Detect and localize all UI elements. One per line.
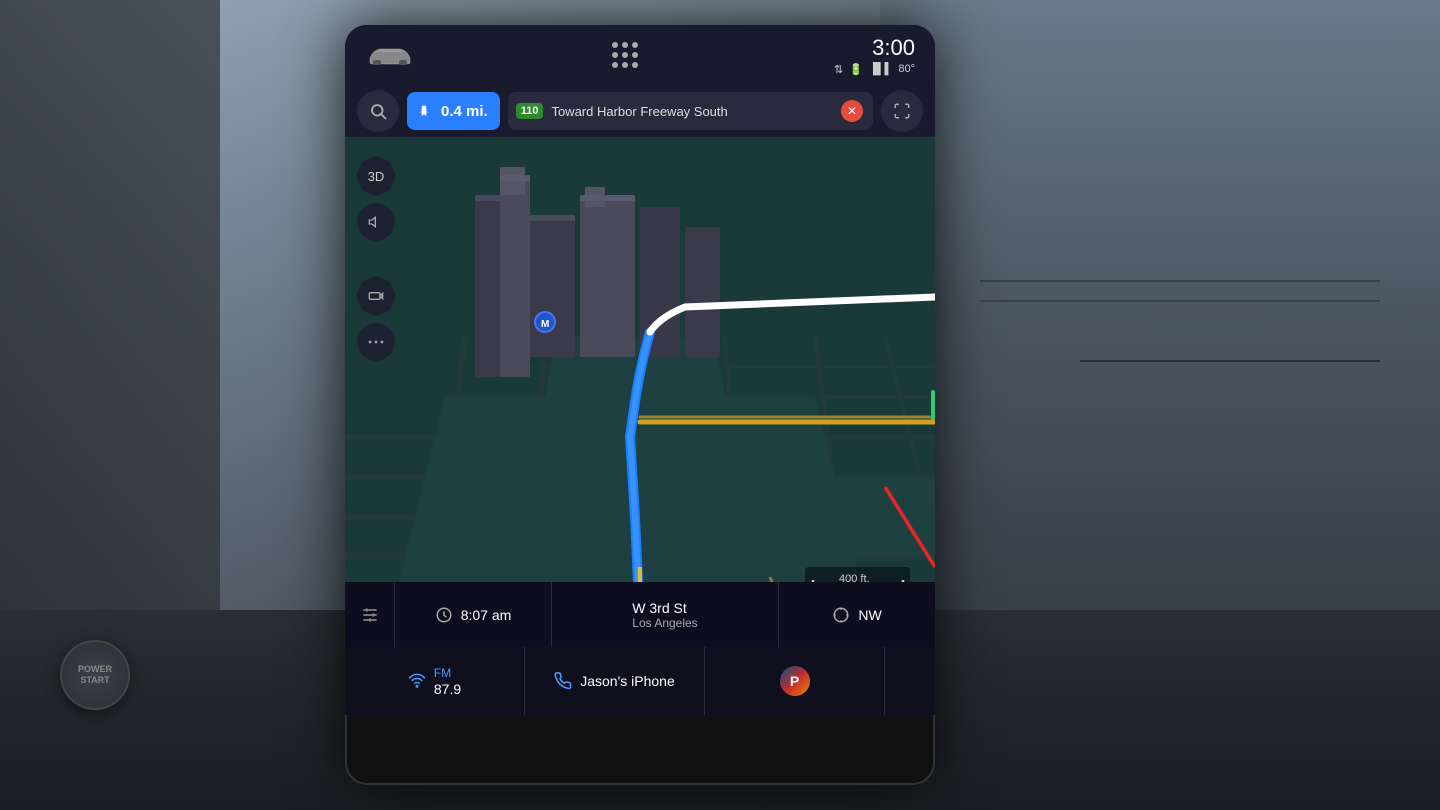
traffic-camera-button[interactable] [357, 277, 395, 315]
car-status-icon [365, 38, 415, 73]
pandora-icon: P [780, 666, 810, 696]
route-description: Toward Harbor Freeway South [551, 104, 833, 119]
green-indicator [931, 390, 935, 420]
city-name: Los Angeles [632, 616, 697, 630]
grid-menu-button[interactable] [612, 42, 638, 68]
pandora-letter: P [790, 673, 799, 689]
svg-text:M: M [541, 319, 549, 330]
map-controls: 3D [357, 157, 395, 361]
map-info-row: 8:07 am W 3rd St Los Angeles NW [345, 582, 935, 647]
phone-label: Jason's iPhone [580, 673, 675, 689]
search-button[interactable] [357, 90, 399, 132]
status-bar: 3:00 ⇅ 🔋 ▐▌▌ 80° [345, 25, 935, 85]
bottom-bar: FM 87.9 Jason's iPhone P [345, 647, 935, 715]
infotainment-screen: 3:00 ⇅ 🔋 ▐▌▌ 80° [345, 25, 935, 785]
sync-icon: ⇅ [834, 63, 843, 76]
location-item: W 3rd St Los Angeles [552, 582, 779, 647]
radio-label: FM [434, 666, 461, 680]
eta-item: 8:07 am [395, 582, 552, 647]
street-name: W 3rd St [632, 600, 686, 616]
radio-frequency: 87.9 [434, 681, 461, 697]
compass-direction: NW [858, 607, 881, 623]
clock: 3:00 [872, 35, 915, 61]
battery-icon: 🔋 [849, 63, 863, 76]
map-area[interactable]: 400 ft. M 3D [345, 137, 935, 647]
highway-number: 110 [521, 105, 539, 117]
route-info: 110 Toward Harbor Freeway South ✕ [508, 92, 873, 130]
arrival-time: 8:07 am [461, 607, 512, 623]
volume-button[interactable] [357, 203, 395, 241]
direction-pill: 0.4 mi. [407, 92, 500, 130]
compass-item: NW [779, 582, 935, 647]
status-right: 3:00 ⇅ 🔋 ▐▌▌ 80° [834, 35, 915, 76]
pandora-item[interactable]: P [705, 647, 885, 715]
settings-item[interactable] [345, 582, 395, 647]
temperature: 80° [898, 63, 915, 75]
close-route-button[interactable]: ✕ [841, 100, 863, 122]
car-interior: POWERSTART 3:00 ⇅ [0, 0, 1440, 810]
power-label: POWERSTART [78, 664, 112, 686]
signal-icon: ▐▌▌ [869, 63, 892, 75]
highway-badge: 110 [516, 103, 544, 119]
dots-menu-button[interactable] [357, 323, 395, 361]
map-svg: 400 ft. M [345, 137, 935, 647]
3d-label: 3D [368, 169, 385, 184]
nav-bar: 0.4 mi. 110 Toward Harbor Freeway South … [345, 85, 935, 137]
status-icons: ⇅ 🔋 ▐▌▌ 80° [834, 63, 915, 76]
radio-item[interactable]: FM 87.9 [345, 647, 525, 715]
expand-button[interactable] [881, 90, 923, 132]
phone-item[interactable]: Jason's iPhone [525, 647, 705, 715]
3d-view-button[interactable]: 3D [357, 157, 395, 195]
power-start-button[interactable]: POWERSTART [60, 640, 130, 710]
distance-display: 0.4 mi. [441, 103, 488, 120]
indicator-item [885, 647, 935, 715]
